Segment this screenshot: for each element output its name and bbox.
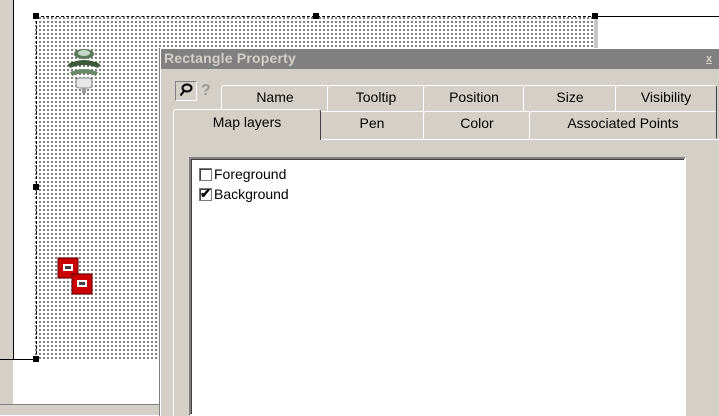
resize-handle-top-right[interactable] [592,13,598,19]
tab-label: Visibility [640,89,692,105]
list-item-foreground[interactable]: Foreground [199,165,286,183]
resize-handle-top[interactable] [313,13,319,19]
resize-handle-top-left[interactable] [33,13,39,19]
tab-associated-points[interactable]: Associated Points [529,111,717,139]
tab-label: Pen [359,115,385,131]
tab-label: Tooltip [355,89,397,105]
tab-size[interactable]: Size [523,85,617,113]
tab-tooltip[interactable]: Tooltip [327,85,425,113]
tab-pen[interactable]: Pen [319,111,425,139]
pushpin-icon [179,83,193,100]
tab-color[interactable]: Color [423,111,531,139]
tab-label: Associated Points [567,115,679,131]
layer-label: Background [214,186,289,202]
tab-label: Color [460,115,494,131]
tab-map-layers[interactable]: Map layers [173,109,321,140]
dialog-titlebar[interactable]: Rectangle Property x [161,49,719,69]
resize-handle-left[interactable] [33,184,39,190]
fire-alarm-icon[interactable] [56,256,104,304]
tab-position[interactable]: Position [423,85,525,113]
check-mark: ✔ [200,185,211,201]
pin-button[interactable] [175,81,197,101]
rectangle-property-dialog: Rectangle Property x ? Name Tooltip Posi… [160,48,719,416]
tab-label: Position [449,89,499,105]
foreground-checkbox[interactable] [199,167,212,181]
close-button[interactable]: x [706,53,719,67]
tab-label: Size [556,89,584,105]
left-panel [0,0,13,415]
dialog-title: Rectangle Property [164,50,296,66]
canvas-edge-right [594,16,598,48]
map-layers-list[interactable]: Foreground ✔ Background [189,157,686,416]
tab-visibility[interactable]: Visibility [615,85,717,113]
list-item-background[interactable]: ✔ Background [199,185,289,203]
tab-label: Name [256,89,294,105]
canvas-top-border [596,16,719,17]
tab-label: Map layers [212,114,282,130]
panel-divider [13,0,14,359]
help-icon[interactable]: ? [201,82,217,100]
canvas-edge [0,359,34,360]
resize-handle-bottom-left[interactable] [33,356,39,362]
layer-label: Foreground [214,166,287,182]
sprinkler-icon[interactable] [62,42,106,98]
background-checkbox[interactable]: ✔ [199,185,212,201]
status-area [0,404,160,415]
